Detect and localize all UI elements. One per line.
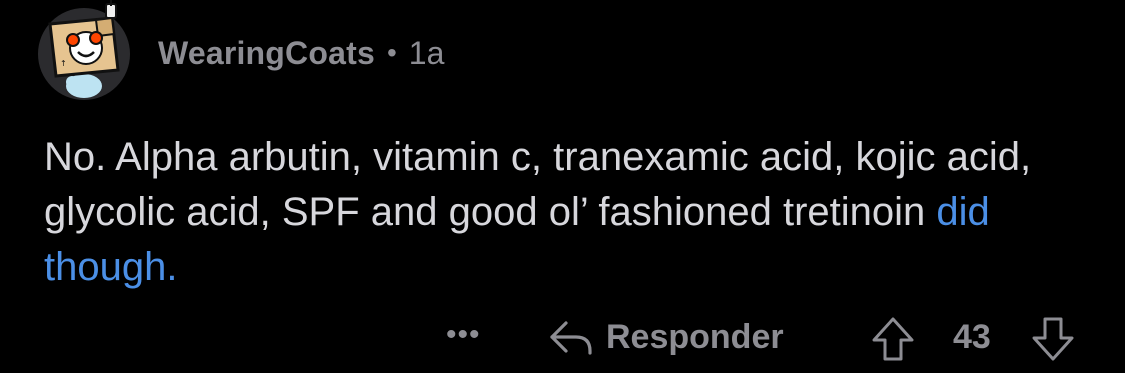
comment-body: No. Alpha arbutin, vitamin c, tranexamic…: [44, 130, 1084, 295]
vote-score: 43: [953, 318, 991, 356]
upvote-arrow-icon: [872, 317, 914, 361]
comment-meta: WearingCoats • 1a: [158, 35, 444, 72]
reply-button[interactable]: Responder: [546, 312, 784, 362]
svg-text:↑: ↑: [60, 59, 67, 68]
comment: ↑ WearingCoats • 1a No. Alpha arbutin, v…: [0, 0, 1125, 373]
comment-text: No. Alpha arbutin, vitamin c, tranexamic…: [44, 135, 1032, 234]
author-username[interactable]: WearingCoats: [158, 35, 375, 72]
downvote-arrow-icon: [1032, 317, 1074, 361]
downvote-button[interactable]: [1030, 316, 1076, 367]
more-options-button[interactable]: •••: [446, 320, 481, 350]
meta-separator: •: [386, 37, 397, 68]
avatar[interactable]: ↑: [36, 0, 132, 100]
upvote-button[interactable]: [870, 316, 916, 367]
snoo-avatar-icon: ↑: [38, 0, 130, 100]
reply-arrow-icon: [550, 321, 592, 355]
comment-header: ↑ WearingCoats • 1a: [36, 0, 444, 100]
comment-actions: ••• Responder 43: [0, 312, 1125, 362]
reply-label: Responder: [606, 317, 784, 356]
comment-age: 1a: [408, 34, 445, 71]
